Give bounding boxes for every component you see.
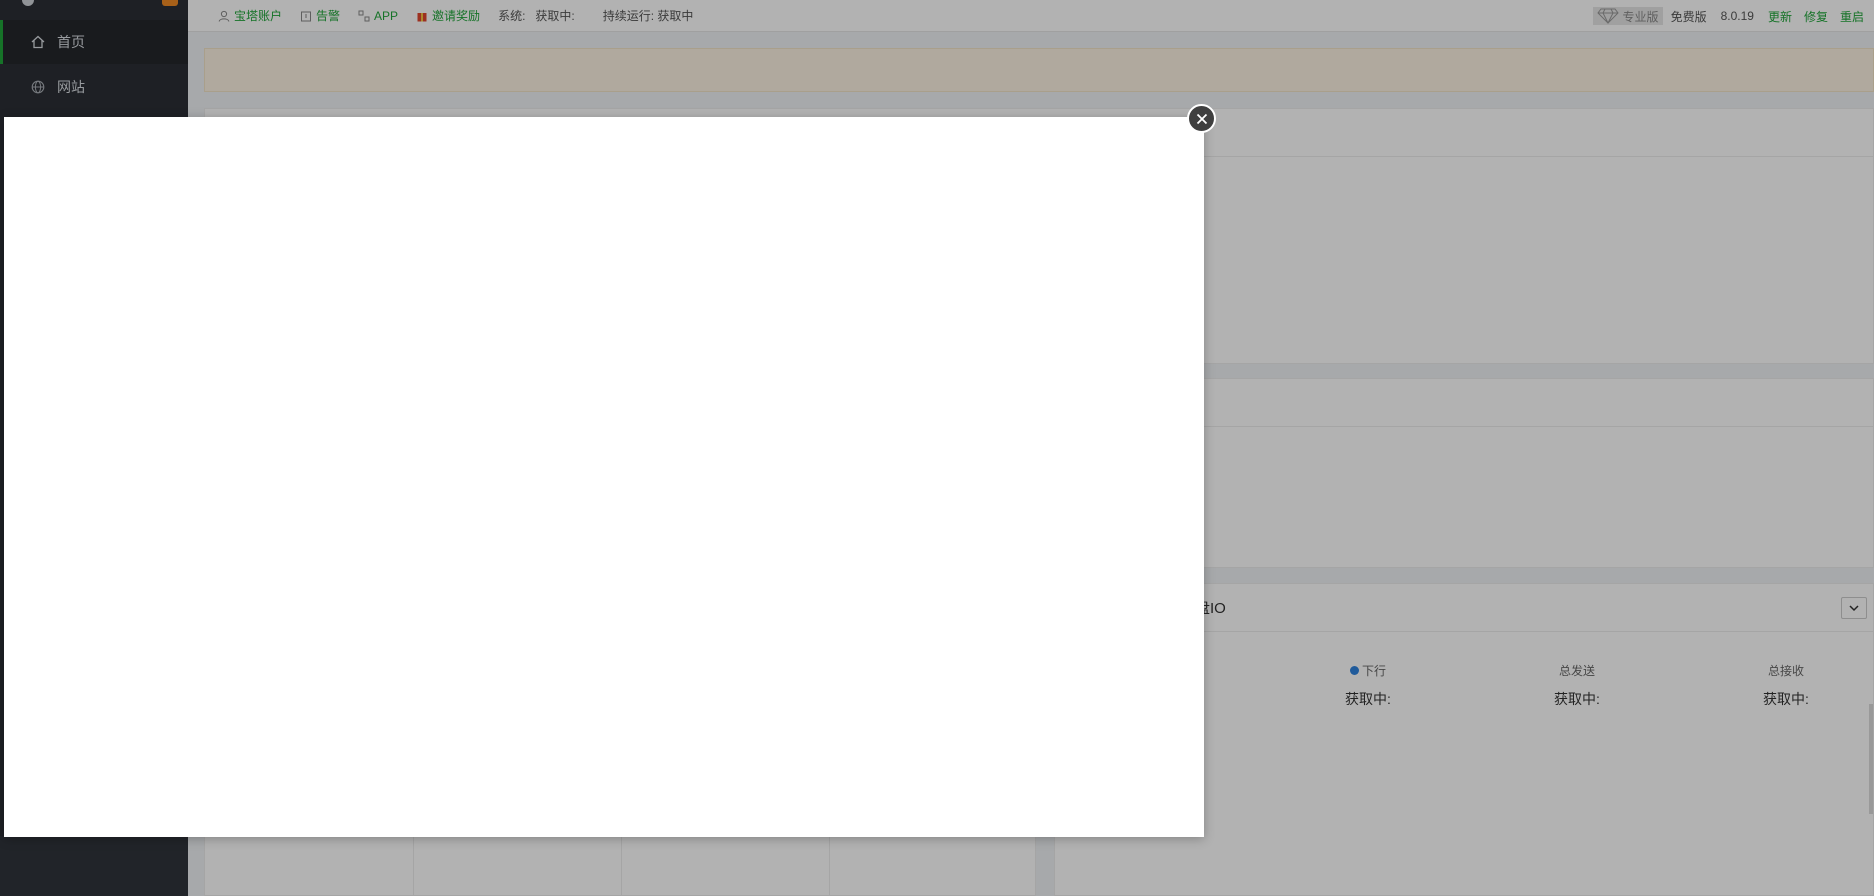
modal-dialog: [4, 117, 1204, 837]
modal-close-button[interactable]: [1187, 104, 1216, 133]
close-icon: [1196, 113, 1207, 124]
